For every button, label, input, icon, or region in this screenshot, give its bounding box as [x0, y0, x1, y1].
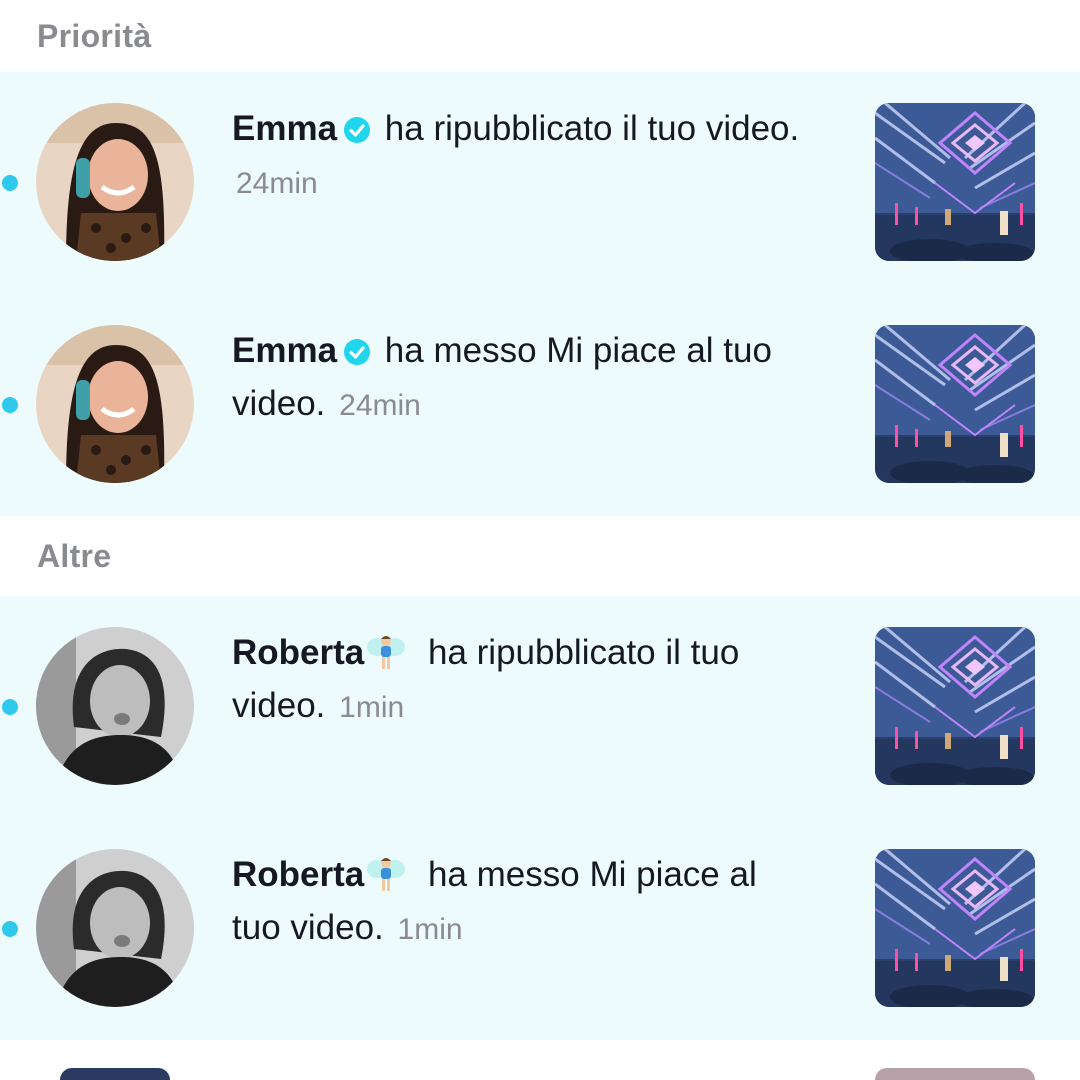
video-thumbnail[interactable]: [875, 627, 1035, 785]
unread-dot-icon: [2, 397, 18, 413]
notification-action: ha ripubblicato il tuo video.: [384, 109, 800, 148]
verified-badge-icon: [343, 338, 371, 366]
fairy-emoji: [366, 854, 406, 894]
avatar-image: [36, 627, 194, 785]
avatar[interactable]: [36, 325, 194, 483]
next-thumbnail-peek: [875, 1068, 1035, 1080]
video-thumbnail[interactable]: [875, 103, 1035, 261]
notification-time: 24min: [339, 389, 421, 422]
avatar-image: [36, 849, 194, 1007]
video-thumbnail-image: [875, 103, 1035, 261]
notification-item[interactable]: Roberta ha messo Mi piace al tuo video. …: [0, 818, 1080, 1040]
username[interactable]: Roberta: [232, 855, 364, 894]
fairy-emoji: [366, 632, 406, 672]
notification-item[interactable]: Roberta ha ripubblicato il tuo video. 1m…: [0, 596, 1080, 818]
notification-text: Roberta ha messo Mi piace al tuo video. …: [232, 848, 792, 956]
video-thumbnail[interactable]: [875, 849, 1035, 1007]
notification-time: 24min: [236, 167, 318, 200]
avatar-image: [36, 103, 194, 261]
username[interactable]: Emma: [232, 331, 337, 370]
unread-dot-icon: [2, 175, 18, 191]
others-group: Roberta ha ripubblicato il tuo video. 1m…: [0, 596, 1080, 1040]
notification-text: Roberta ha ripubblicato il tuo video. 1m…: [232, 626, 832, 734]
section-header-priority: Priorità: [0, 0, 1080, 72]
notification-text: Emma ha messo Mi piace al tuo video. 24m…: [232, 324, 832, 432]
avatar[interactable]: [36, 849, 194, 1007]
avatar[interactable]: [36, 103, 194, 261]
unread-dot-icon: [2, 921, 18, 937]
notification-text: Emma ha ripubblicato il tuo video. 24min: [232, 102, 832, 210]
video-thumbnail-image: [875, 627, 1035, 785]
video-thumbnail-image: [875, 849, 1035, 1007]
notification-item[interactable]: Emma ha ripubblicato il tuo video. 24min: [0, 72, 1080, 294]
section-header-others: Altre: [0, 516, 1080, 596]
video-thumbnail[interactable]: [875, 325, 1035, 483]
notification-time: 1min: [339, 691, 405, 724]
avatar-image: [36, 325, 194, 483]
notification-time: 1min: [397, 913, 463, 946]
video-thumbnail-image: [875, 325, 1035, 483]
section-title-others: Altre: [37, 537, 112, 574]
avatar[interactable]: [36, 627, 194, 785]
username[interactable]: Emma: [232, 109, 337, 148]
unread-dot-icon: [2, 699, 18, 715]
next-avatar-peek: [60, 1068, 170, 1080]
notification-item[interactable]: Emma ha messo Mi piace al tuo video. 24m…: [0, 294, 1080, 516]
username[interactable]: Roberta: [232, 633, 364, 672]
section-title-priority: Priorità: [37, 17, 152, 54]
verified-badge-icon: [343, 116, 371, 144]
priority-group: Emma ha ripubblicato il tuo video. 24min…: [0, 72, 1080, 516]
